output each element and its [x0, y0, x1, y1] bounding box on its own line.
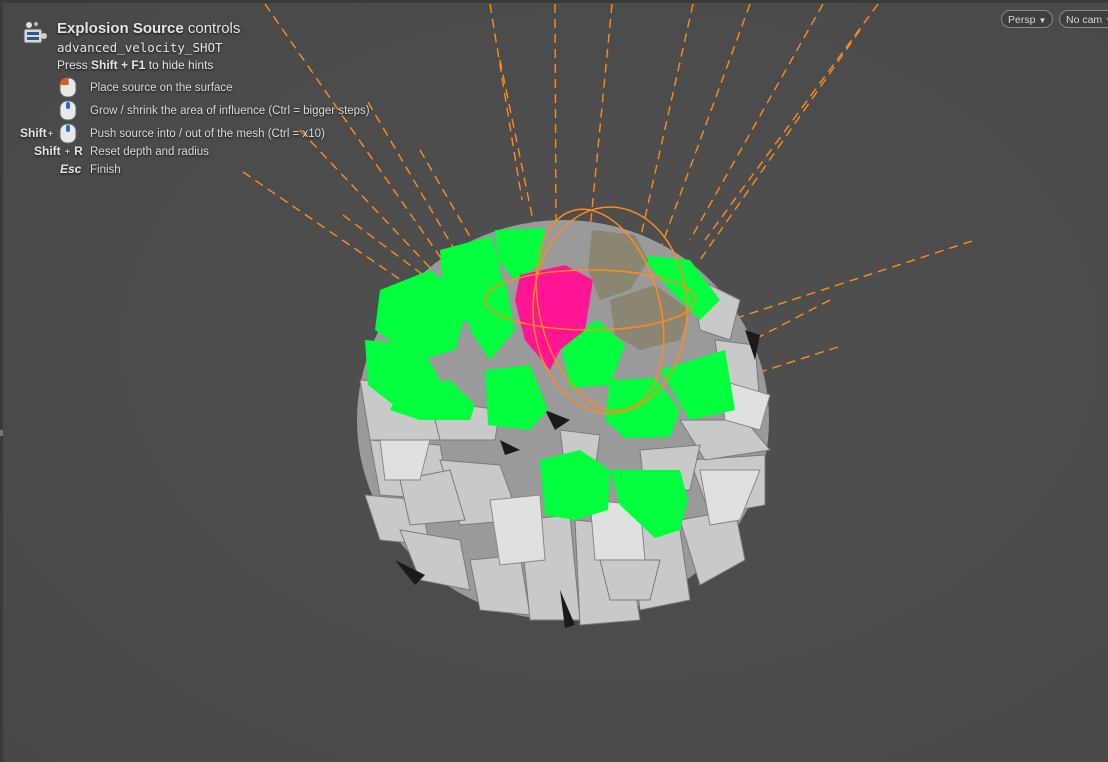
hint-text: Reset depth and radius — [90, 146, 209, 158]
hint-text: Finish — [90, 164, 121, 176]
hud-press-keys: Shift + F1 — [91, 58, 146, 72]
hud-hide-hint: Press Shift + F1 to hide hints — [57, 58, 213, 72]
hint-row-finish: Esc Finish — [18, 162, 418, 182]
left-mouse-icon — [59, 77, 77, 98]
hint-text: Place source on the surface — [90, 82, 233, 94]
hint-row-reset: Shift + R Reset depth and radius — [18, 144, 418, 164]
hud-title: Explosion Source controls — [57, 20, 240, 37]
hint-key-plus: + — [47, 129, 54, 140]
perspective-menu-label: Persp — [1008, 14, 1036, 26]
explosion-tool-icon — [23, 22, 47, 44]
hud-title-tool: Explosion Source — [57, 20, 184, 37]
hint-text: Grow / shrink the area of influence (Ctr… — [90, 105, 370, 117]
hint-row-grow: Grow / shrink the area of influence (Ctr… — [18, 100, 418, 123]
wheel-mouse-icon — [59, 123, 77, 144]
hint-row-push: Shift+ Push source into / out of the mes… — [18, 123, 418, 146]
hint-text: Push source into / out of the mesh (Ctrl… — [90, 128, 325, 140]
hud-press-prefix: Press — [57, 58, 92, 72]
camera-menu-label: No cam — [1066, 14, 1103, 26]
hint-key-main: Esc — [60, 162, 82, 176]
chevron-down-icon: ▼ — [1038, 16, 1047, 25]
wheel-mouse-icon — [59, 100, 77, 121]
hint-row-place: Place source on the surface — [18, 77, 418, 100]
camera-menu-button[interactable]: No cam▼ — [1059, 10, 1108, 28]
shattered-mesh[interactable] — [357, 195, 771, 628]
hint-key-modifier: Shift — [34, 144, 61, 158]
hud-title-suffix: controls — [183, 20, 241, 37]
hint-key-modifier: Shift — [20, 126, 47, 140]
hint-key-combo: Shift+ — [20, 126, 55, 140]
perspective-menu-button[interactable]: Persp ▼ — [1001, 10, 1054, 28]
hint-key-combo: Shift + R — [34, 144, 83, 158]
hint-key-main: R — [74, 144, 83, 158]
hud-node-name: advanced_velocity_SHOT — [57, 40, 223, 55]
hint-key-plus: + — [61, 147, 74, 158]
hud-press-suffix: to hide hints — [145, 58, 214, 72]
